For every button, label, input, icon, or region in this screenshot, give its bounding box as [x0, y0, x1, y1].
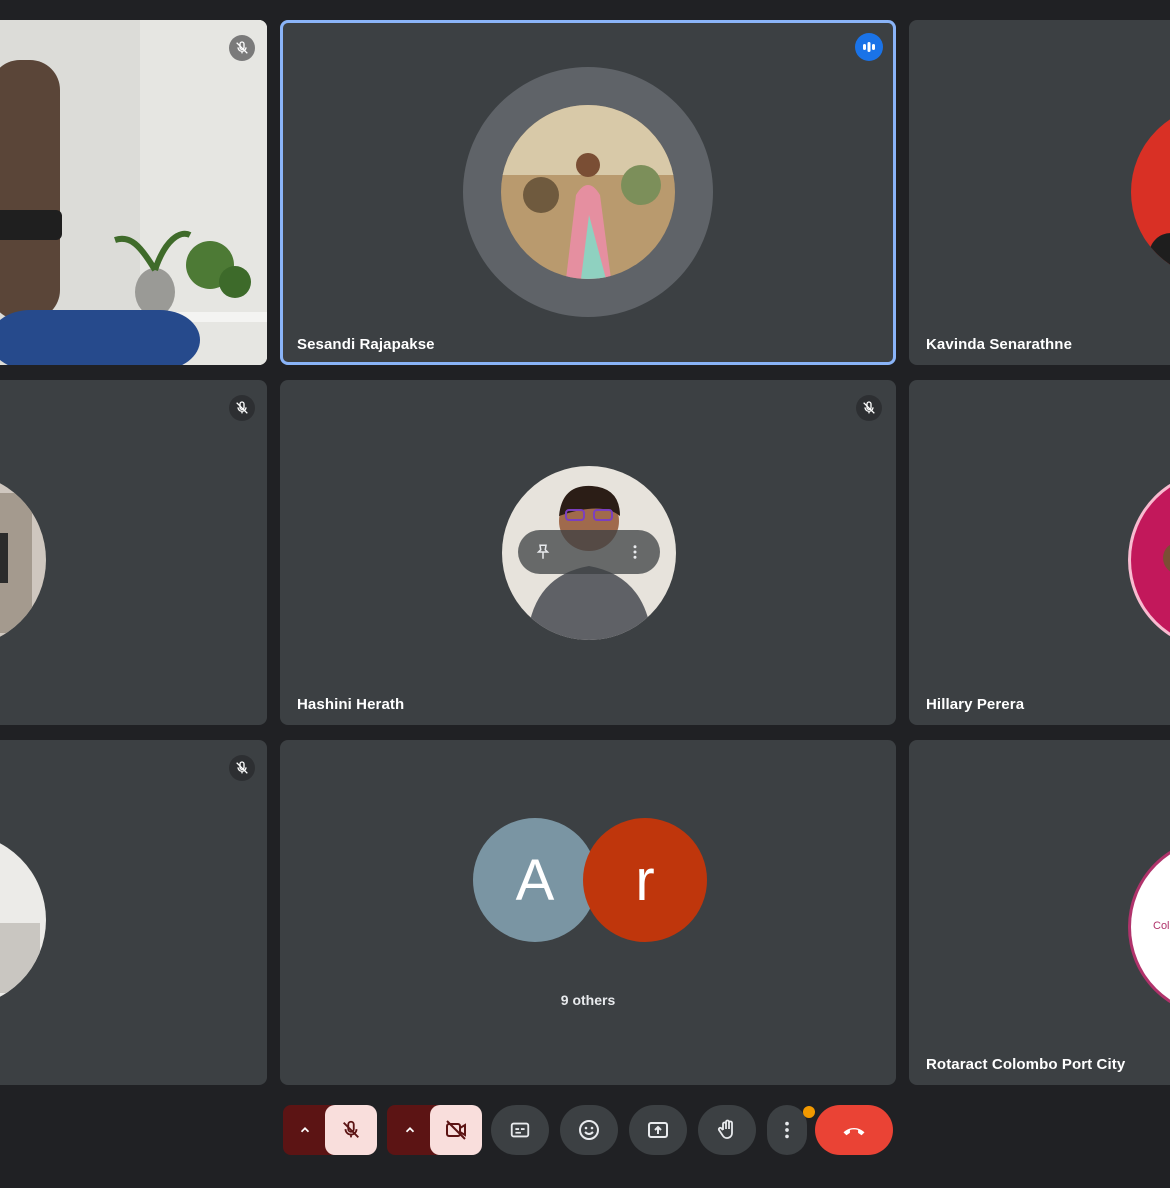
- participant-tile-kavinda[interactable]: Kavinda Senarathne: [909, 20, 1170, 365]
- mic-off-icon: [236, 401, 248, 414]
- end-call-button[interactable]: [815, 1105, 893, 1155]
- mic-off-icon: [236, 41, 248, 54]
- captions-icon: [510, 1122, 530, 1138]
- participant-tile-hashini[interactable]: Hashini Herath: [280, 380, 896, 725]
- pin-icon[interactable]: [534, 543, 552, 561]
- speaking-indicator: [855, 33, 883, 61]
- participant-tile-others[interactable]: A r 9 others: [280, 740, 896, 1085]
- muted-indicator: [229, 35, 255, 61]
- participant-tile[interactable]: [0, 380, 267, 725]
- avatar-initial: r: [583, 818, 707, 942]
- avatar: Col: [1131, 840, 1170, 1014]
- raise-hand-button[interactable]: [698, 1105, 756, 1155]
- participant-name: Kavinda Senarathne: [926, 336, 1073, 353]
- mic-off-icon: [236, 761, 248, 774]
- participant-tile-camera[interactable]: [0, 20, 267, 365]
- emoji-button[interactable]: [560, 1105, 618, 1155]
- captions-button[interactable]: [491, 1105, 549, 1155]
- participant-tile-sesandi[interactable]: Sesandi Rajapakse: [280, 20, 896, 365]
- audio-level-icon: [863, 42, 875, 52]
- avatar-logo-text: Col: [1153, 920, 1170, 932]
- mic-toggle-button[interactable]: [325, 1105, 377, 1155]
- participant-name: Hillary Perera: [926, 696, 1025, 713]
- participant-name: Rotaract Colombo Port City: [926, 1056, 1126, 1073]
- muted-indicator: [229, 755, 255, 781]
- participant-tile[interactable]: [0, 740, 267, 1085]
- tile-hover-actions: [518, 530, 660, 574]
- participant-tile-rotaract[interactable]: Col Rotaract Colombo Port City: [909, 740, 1170, 1085]
- avatar: [0, 833, 46, 1007]
- more-options-icon[interactable]: [626, 543, 644, 561]
- raise-hand-icon: [717, 1119, 733, 1139]
- avatar: [501, 105, 675, 279]
- avatar: [1131, 473, 1170, 647]
- camera-toggle-button[interactable]: [430, 1105, 482, 1155]
- mic-off-icon: [863, 401, 875, 414]
- emoji-icon: [579, 1120, 599, 1140]
- present-button[interactable]: [629, 1105, 687, 1155]
- muted-indicator: [229, 395, 255, 421]
- avatar: [0, 473, 46, 647]
- muted-indicator: [856, 395, 882, 421]
- notification-dot: [803, 1106, 815, 1118]
- participant-name: Hashini Herath: [297, 696, 405, 713]
- camera-video-feed: [0, 20, 267, 365]
- more-options-button[interactable]: [767, 1105, 807, 1155]
- participant-tile-hillary[interactable]: Hillary Perera: [909, 380, 1170, 725]
- avatar-initial: A: [473, 818, 597, 942]
- avatar: [1131, 105, 1170, 279]
- mic-off-icon: [343, 1120, 359, 1138]
- end-call-icon: [843, 1127, 865, 1136]
- others-count: 9 others: [560, 992, 616, 1008]
- chevron-up-icon: [300, 1127, 310, 1133]
- chevron-up-icon: [405, 1127, 415, 1133]
- present-icon: [648, 1122, 668, 1138]
- camera-off-icon: [446, 1120, 466, 1140]
- participant-name: Sesandi Rajapakse: [297, 336, 435, 353]
- more-vert-icon: [785, 1121, 789, 1139]
